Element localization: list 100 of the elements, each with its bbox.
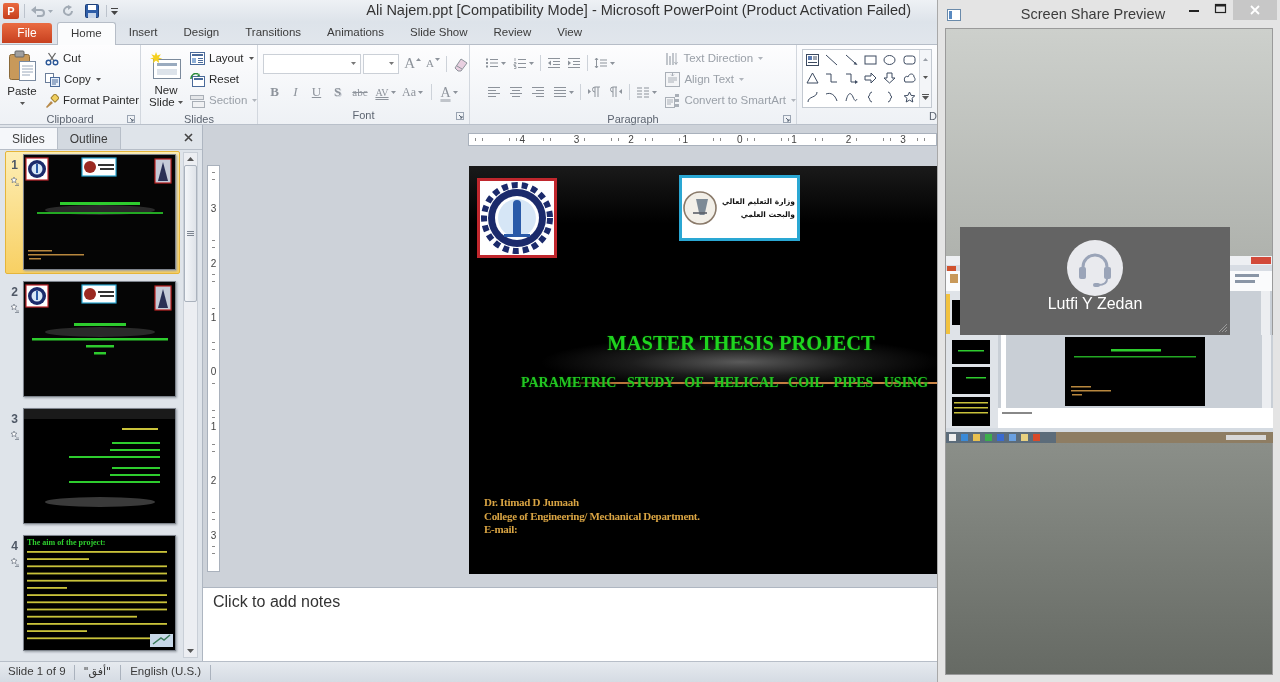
save-icon[interactable] xyxy=(85,4,99,18)
text-box-icon[interactable] xyxy=(806,54,820,67)
copy-button[interactable]: Copy xyxy=(45,69,140,90)
file-tab[interactable]: File xyxy=(2,23,52,43)
language-status[interactable]: English (U.S.) xyxy=(121,663,211,681)
undo-icon[interactable] xyxy=(31,5,45,17)
block-arrow-right-icon[interactable] xyxy=(864,72,878,85)
arrow-line-icon[interactable] xyxy=(844,54,858,67)
reset-slide-icon xyxy=(190,72,205,87)
ruler-number: 2 xyxy=(210,475,217,488)
slide-number: 1 xyxy=(11,158,18,172)
ruler-number: 3 xyxy=(899,134,907,145)
app-logo[interactable]: P xyxy=(3,3,19,19)
window-title: Screen Share Preview xyxy=(1019,5,1167,24)
slide-counter: Slide 1 of 9 xyxy=(7,664,67,680)
new-slide-button[interactable]: New Slide xyxy=(147,48,185,111)
freeform-icon[interactable] xyxy=(902,72,916,85)
dialog-launcher-icon[interactable] xyxy=(783,115,791,124)
author-line: Dr. Itimad D Jumaah xyxy=(484,496,579,510)
notes-field[interactable]: Click to add notes xyxy=(203,587,937,661)
ruler-number: 1 xyxy=(790,134,798,145)
align-text-icon xyxy=(665,72,681,87)
slide-list-item[interactable]: 2 xyxy=(5,278,180,401)
presenter-name: Lutfi Y Zedan xyxy=(1047,295,1143,313)
caret-icon[interactable] xyxy=(529,61,534,65)
rounded-rectangle-icon[interactable] xyxy=(902,54,916,67)
caret-icon[interactable] xyxy=(610,61,615,65)
scissors-icon xyxy=(45,51,59,66)
paintbrush-icon xyxy=(45,93,59,108)
curved-connector-icon[interactable] xyxy=(806,90,820,103)
headset-icon xyxy=(1067,240,1123,296)
ribbon-tab[interactable]: Insert xyxy=(115,22,171,44)
slide-list-item[interactable]: 4 The aim of the project: xyxy=(5,532,180,655)
group-label: Slides xyxy=(184,112,214,127)
window-title: Ali Najem.ppt [Compatibility Mode] - Microsoft PowerPoint (Product Activation Failed) xyxy=(366,1,912,21)
ribbon-tab[interactable]: Review xyxy=(480,22,545,44)
font-size-field[interactable] xyxy=(363,53,400,74)
block-arrow-down-icon[interactable] xyxy=(883,72,897,85)
more-shapes-icon[interactable] xyxy=(922,93,929,100)
scrollbar-thumb[interactable] xyxy=(184,165,197,302)
ruler-number: 0 xyxy=(210,366,217,379)
scrollbar[interactable] xyxy=(183,152,198,658)
pane-tab[interactable]: Outline xyxy=(57,127,121,149)
close-icon[interactable] xyxy=(184,132,193,142)
small-triangle-icon xyxy=(435,57,440,61)
format-painter-button[interactable]: Format Painter xyxy=(45,90,140,111)
dialog-launcher-icon[interactable] xyxy=(127,115,135,124)
ribbon-tab[interactable]: Animations xyxy=(314,22,397,44)
clipboard-icon xyxy=(7,50,37,82)
slide-list-item[interactable]: 3 xyxy=(5,405,180,528)
window-icon xyxy=(947,9,961,21)
ribbon-tab[interactable]: Slide Show xyxy=(397,22,481,44)
caret-icon[interactable] xyxy=(501,61,506,65)
line-icon[interactable] xyxy=(825,54,839,67)
slide-list-item[interactable]: 1 xyxy=(5,151,180,274)
dialog-launcher-icon[interactable] xyxy=(456,111,464,120)
ruler-number: 1 xyxy=(210,420,217,433)
author-line: E-mail: xyxy=(484,523,518,537)
cut-button[interactable]: Cut xyxy=(45,48,140,69)
resize-grip-icon[interactable] xyxy=(1218,323,1228,333)
caret-icon[interactable] xyxy=(48,9,53,13)
ruler-number: 2 xyxy=(844,134,853,145)
oval-icon[interactable] xyxy=(883,54,897,67)
ribbon-tab[interactable]: Home xyxy=(57,22,116,45)
triangle-icon[interactable] xyxy=(806,72,820,85)
slide-title: The aim of the project: xyxy=(26,537,106,548)
scroll-down-icon[interactable] xyxy=(923,75,928,79)
rectangle-icon[interactable] xyxy=(864,54,878,67)
caret-icon[interactable] xyxy=(652,90,657,94)
scroll-down-icon[interactable] xyxy=(187,649,194,653)
caret-icon xyxy=(389,62,395,65)
caret-icon[interactable] xyxy=(569,90,574,94)
font-name-field[interactable] xyxy=(263,53,362,74)
shapes-gallery[interactable] xyxy=(802,49,932,108)
paste-button[interactable]: Paste xyxy=(5,48,39,111)
caret-icon xyxy=(19,102,25,105)
redo-icon[interactable] xyxy=(63,5,75,17)
customize-menu-icon[interactable] xyxy=(111,7,118,15)
smartart-icon xyxy=(665,93,681,108)
arc-icon[interactable] xyxy=(825,90,839,103)
ruler-number: 3 xyxy=(572,134,581,145)
ribbon-tab[interactable]: Transitions xyxy=(232,22,315,44)
ribbon-tab[interactable]: Design xyxy=(170,22,233,44)
reset-button[interactable]: Reset xyxy=(190,69,258,90)
pane-tab[interactable]: Slides xyxy=(0,127,58,149)
curve-icon[interactable] xyxy=(844,90,858,103)
elbow-arrow-icon[interactable] xyxy=(844,72,858,85)
small-triangle-icon xyxy=(416,57,422,61)
star-icon[interactable] xyxy=(902,90,916,103)
layout-icon xyxy=(190,52,205,65)
section-icon xyxy=(190,93,205,108)
ruler-number: 3 xyxy=(210,529,217,542)
scroll-up-icon[interactable] xyxy=(187,157,194,161)
new-slide-icon xyxy=(150,52,182,80)
slide-title: MASTER THESIS PROJECT xyxy=(607,331,875,355)
elbow-connector-icon[interactable] xyxy=(825,72,839,85)
ribbon-tab[interactable]: View xyxy=(544,22,595,44)
layout-button[interactable]: Layout xyxy=(190,48,258,69)
grip-icon xyxy=(187,231,194,236)
ruler-number: 2 xyxy=(627,134,635,145)
